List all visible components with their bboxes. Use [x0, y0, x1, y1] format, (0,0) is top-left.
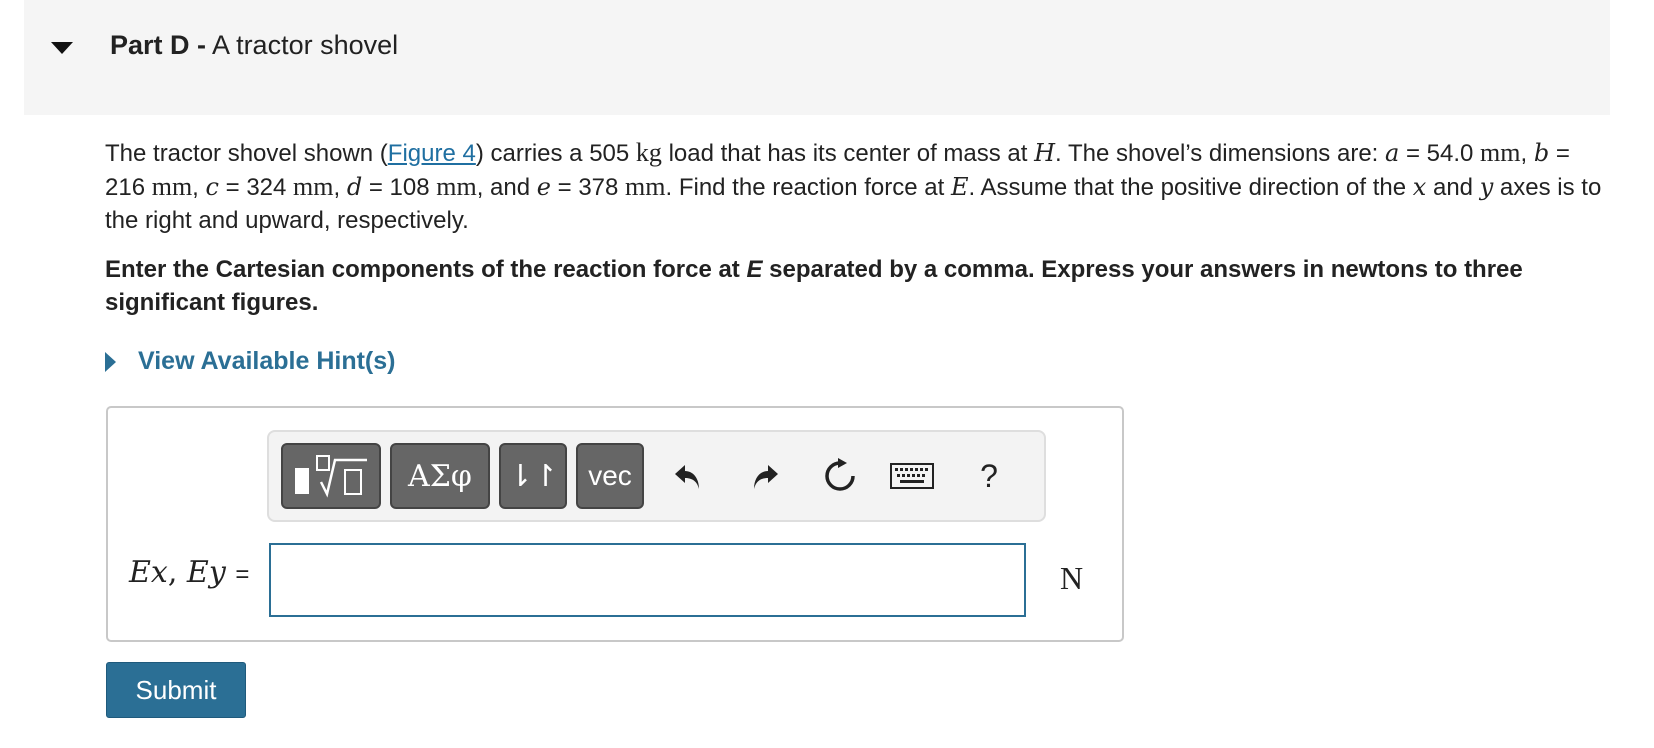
undo-icon[interactable] [668, 456, 708, 496]
redo-icon[interactable] [745, 456, 785, 496]
hint-label: View Available Hint(s) [138, 347, 396, 375]
part-label: Part D - [110, 30, 207, 60]
keyboard-icon[interactable] [887, 456, 937, 496]
greek-letters-button[interactable]: ΑΣφ [390, 443, 490, 509]
vector-button[interactable]: vec [576, 443, 644, 509]
unit-label: N [1060, 560, 1084, 596]
figure-link[interactable]: Figure 4 [388, 140, 476, 167]
instruction-text: Enter the Cartesian components of the re… [105, 256, 1523, 316]
help-button[interactable]: ? [969, 456, 1009, 496]
reset-icon[interactable] [820, 456, 860, 496]
templates-button[interactable] [281, 443, 381, 509]
submit-button[interactable]: Submit [106, 662, 246, 718]
part-title: Part D - A tractor shovel [110, 30, 398, 61]
answer-input[interactable] [269, 543, 1026, 617]
answer-variable-label: Ex, Ey = [129, 555, 250, 590]
problem-statement: The tractor shovel shown (Figure 4) carr… [105, 138, 1602, 234]
templates-icon [295, 455, 367, 498]
subscript-superscript-button[interactable]: ⇂↾ [499, 443, 567, 509]
view-hints-toggle[interactable]: View Available Hint(s) [105, 347, 395, 376]
math-toolbar: ΑΣφ ⇂↾ vec ? [267, 430, 1046, 522]
collapse-caret-icon[interactable] [51, 42, 73, 54]
part-name: A tractor shovel [212, 30, 399, 60]
caret-right-icon [105, 351, 116, 372]
